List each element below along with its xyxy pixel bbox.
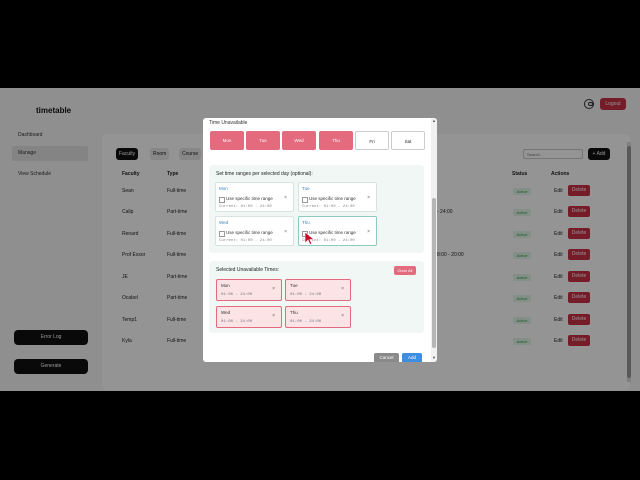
specific-time-label[interactable]: Use specific time range — [226, 196, 273, 201]
selected-day: Thu — [290, 310, 298, 315]
selected-time-chip-mon: Mon × 01:00 - 24:00 — [216, 279, 282, 301]
specific-time-label[interactable]: Use specific time range — [226, 230, 273, 235]
day-toggle-mon[interactable]: Mon — [210, 131, 244, 150]
close-icon[interactable]: × — [284, 229, 287, 235]
day-toggle-wed[interactable]: Wed — [282, 131, 316, 150]
selected-time-chip-tue: Tue × 01:00 - 24:00 — [285, 279, 351, 301]
modal-scrollbar-thumb[interactable] — [432, 198, 436, 348]
remove-icon[interactable]: × — [341, 313, 344, 319]
selected-time-range: 01:00 - 24:00 — [221, 293, 253, 297]
specific-time-label[interactable]: Use specific time range — [309, 196, 356, 201]
time-range-card-mon: Mon Use specific time range × Current: 01:0… — [215, 182, 294, 212]
remove-icon[interactable]: × — [272, 313, 275, 319]
selected-day: Tue — [290, 283, 298, 288]
scroll-up-arrow-icon[interactable]: ▲ — [431, 118, 437, 123]
specific-time-checkbox[interactable] — [302, 197, 308, 203]
day-toggle-tue[interactable]: Tue — [246, 131, 280, 150]
day-toggle-thu[interactable]: Thu — [319, 131, 353, 150]
specific-time-checkbox[interactable] — [219, 197, 225, 203]
day-toggle-fri[interactable]: Fri — [355, 131, 389, 150]
mouse-cursor-icon — [305, 232, 315, 245]
selected-day: Mon — [221, 283, 230, 288]
specific-time-checkbox[interactable] — [219, 231, 225, 237]
current-time-range: Current: 01:00 - 24:00 — [302, 205, 355, 209]
scroll-down-arrow-icon[interactable]: ▼ — [431, 355, 437, 360]
specific-time-label[interactable]: Use specific time range — [309, 230, 356, 235]
selected-time-chip-wed: Wed × 01:00 - 24:00 — [216, 306, 282, 328]
selected-time-range: 01:00 - 24:00 — [290, 293, 322, 297]
time-unavailable-modal: Time Unavailable Mon Tue Wed Thu Fri Sat Set … — [203, 118, 437, 362]
cancel-button[interactable]: Cancel — [374, 353, 399, 362]
time-range-card-wed: Wed Use specific time range × Current: 01:0… — [215, 216, 294, 246]
modal-add-button[interactable]: Add — [402, 353, 422, 362]
modal-label: Time Unavailable — [209, 120, 248, 126]
selected-time-range: 01:00 - 24:00 — [221, 320, 253, 324]
close-icon[interactable]: × — [284, 195, 287, 201]
current-time-range: Current: 01:00 - 24:00 — [219, 239, 272, 243]
time-ranges-title: Set time ranges per selected day (option… — [216, 171, 313, 177]
time-range-day: Wed — [219, 220, 229, 225]
close-icon[interactable]: × — [367, 229, 370, 235]
selected-time-range: 01:00 - 24:00 — [290, 320, 322, 324]
day-toggle-sat[interactable]: Sat — [391, 131, 425, 150]
close-icon[interactable]: × — [367, 195, 370, 201]
current-time-range: Current: 01:00 - 24:00 — [219, 205, 272, 209]
time-range-day: Tue — [302, 186, 310, 191]
selected-times-title: Selected Unavailable Times: — [216, 267, 280, 273]
time-range-day: Mon — [219, 186, 228, 191]
time-range-card-tue: Tue Use specific time range × Current: 01:0… — [298, 182, 377, 212]
remove-icon[interactable]: × — [272, 286, 275, 292]
selected-time-chip-thu: Thu × 01:00 - 24:00 — [285, 306, 351, 328]
time-range-day: Thu — [302, 220, 310, 225]
clear-all-button[interactable]: Clear All — [394, 266, 416, 275]
selected-day: Wed — [221, 310, 231, 315]
remove-icon[interactable]: × — [341, 286, 344, 292]
